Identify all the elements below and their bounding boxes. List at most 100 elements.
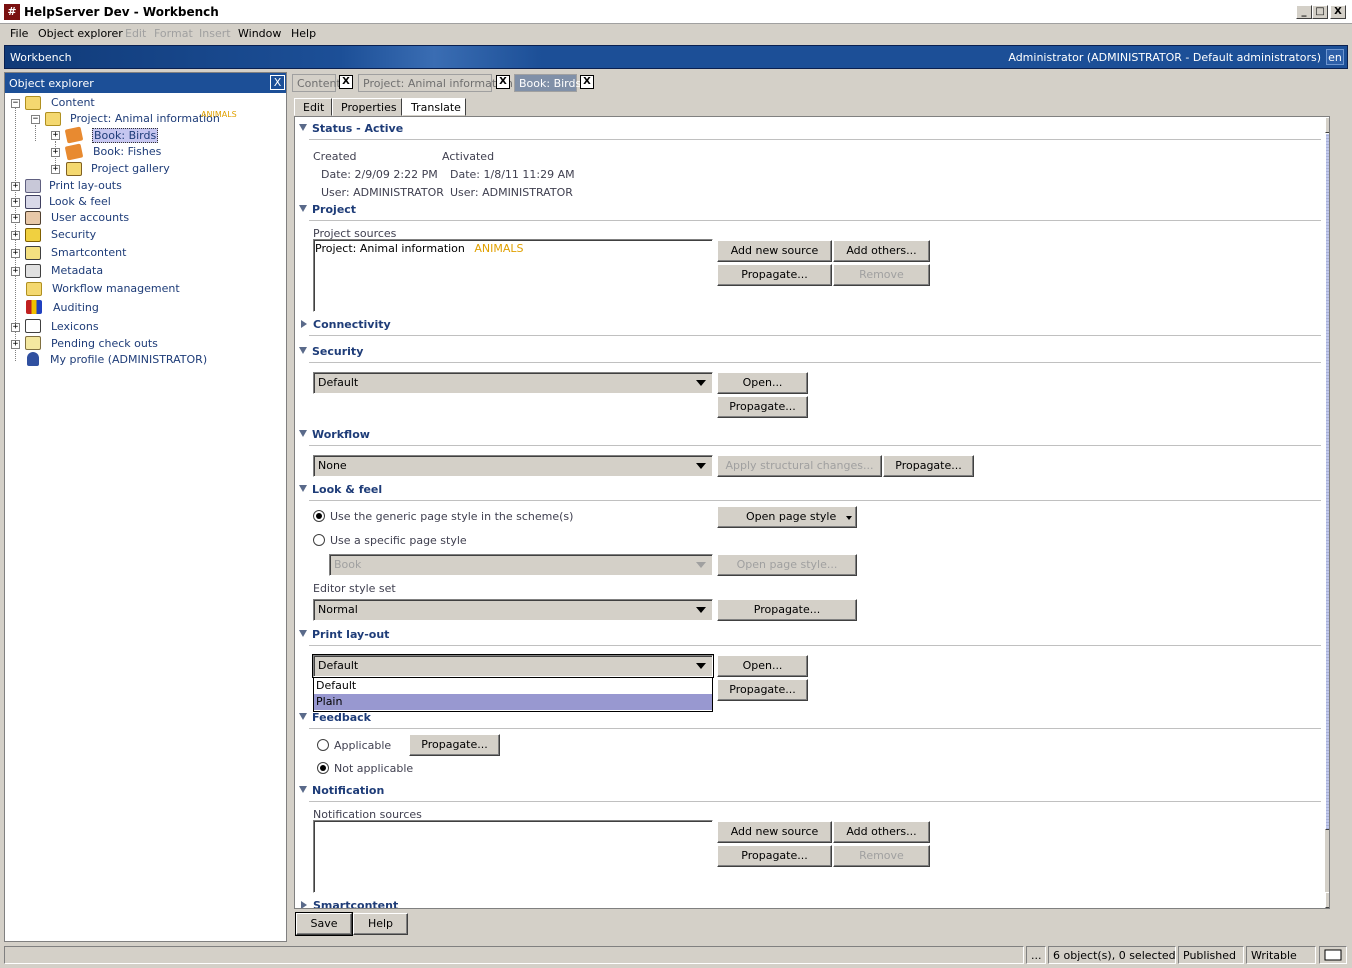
tree-item-lexicons[interactable]: Lexicons bbox=[51, 320, 99, 333]
notification-sources-list[interactable] bbox=[313, 820, 713, 893]
security-open-button[interactable]: Open... bbox=[717, 372, 808, 394]
tree-item-user-accounts[interactable]: User accounts bbox=[51, 211, 129, 224]
workflow-propagate-button[interactable]: Propagate... bbox=[883, 455, 974, 477]
tree-item-look-feel[interactable]: Look & feel bbox=[49, 195, 111, 208]
expand-smartcontent-icon[interactable]: + bbox=[11, 249, 20, 258]
expand-security-icon[interactable]: + bbox=[11, 231, 20, 240]
doc-tab-birds[interactable]: Book: Birds bbox=[514, 74, 581, 92]
notification-add-new-source-button[interactable]: Add new source bbox=[717, 821, 832, 843]
print-open-button[interactable]: Open... bbox=[717, 655, 808, 677]
save-button[interactable]: Save bbox=[296, 913, 352, 935]
tree-item-content[interactable]: Content bbox=[51, 96, 95, 109]
expand-lexicons-icon[interactable]: + bbox=[11, 323, 20, 332]
tab-translate[interactable]: Translate bbox=[402, 98, 466, 116]
menu-insert[interactable]: Insert bbox=[199, 27, 231, 40]
collapse-project-icon[interactable]: − bbox=[31, 115, 40, 124]
menu-file[interactable]: File bbox=[10, 27, 28, 40]
feedback-propagate-button[interactable]: Propagate... bbox=[409, 734, 500, 756]
add-new-source-button[interactable]: Add new source bbox=[717, 240, 832, 262]
workflow-select[interactable]: None bbox=[313, 455, 713, 477]
open-page-style-button[interactable]: Open page style bbox=[717, 506, 857, 528]
expand-metadata-icon[interactable]: + bbox=[11, 267, 20, 276]
status-monitor-icon[interactable] bbox=[1319, 946, 1347, 964]
scrollbar-thumb[interactable] bbox=[1325, 133, 1329, 830]
lookfeel-propagate-button[interactable]: Propagate... bbox=[717, 599, 857, 621]
tree-item-pending-checkouts[interactable]: Pending check outs bbox=[51, 337, 158, 350]
expand-users-icon[interactable]: + bbox=[11, 214, 20, 223]
language-button[interactable]: en bbox=[1326, 49, 1344, 65]
expand-birds-icon[interactable]: + bbox=[51, 131, 60, 140]
expand-fishes-icon[interactable]: + bbox=[51, 148, 60, 157]
vertical-scrollbar[interactable] bbox=[1325, 117, 1329, 908]
tree-item-workflow[interactable]: Workflow management bbox=[52, 282, 180, 295]
feedback-applicable-radio[interactable] bbox=[317, 739, 329, 751]
security-select[interactable]: Default bbox=[313, 372, 713, 394]
section-connectivity[interactable]: Connectivity bbox=[299, 318, 391, 332]
expand-lookfeel-icon[interactable]: + bbox=[11, 198, 20, 207]
add-others-button[interactable]: Add others... bbox=[833, 240, 930, 262]
section-project[interactable]: Project bbox=[299, 203, 356, 217]
tree-item-book-birds[interactable]: Book: Birds bbox=[92, 128, 159, 143]
editor-style-select[interactable]: Normal bbox=[313, 599, 713, 621]
section-look-feel[interactable]: Look & feel bbox=[299, 483, 382, 497]
help-button[interactable]: Help bbox=[353, 913, 408, 935]
close-tab-content-icon[interactable]: X bbox=[339, 75, 353, 89]
maximize-button[interactable]: □ bbox=[1312, 5, 1328, 19]
expand-checkouts-icon[interactable]: + bbox=[11, 340, 20, 349]
menu-format[interactable]: Format bbox=[154, 27, 193, 40]
tree-item-book-fishes[interactable]: Book: Fishes bbox=[93, 145, 161, 158]
tree-item-metadata[interactable]: Metadata bbox=[51, 264, 103, 277]
apply-structural-changes-button[interactable]: Apply structural changes... bbox=[717, 455, 882, 477]
tree-item-project[interactable]: Project: Animal information bbox=[70, 112, 220, 125]
section-status[interactable]: Status - Active bbox=[299, 122, 403, 136]
print-option-plain[interactable]: Plain bbox=[314, 694, 712, 710]
security-propagate-button[interactable]: Propagate... bbox=[717, 396, 808, 418]
tab-edit[interactable]: Edit bbox=[294, 98, 332, 116]
tree-item-smartcontent[interactable]: Smartcontent bbox=[51, 246, 126, 259]
scroll-down-button[interactable] bbox=[1325, 892, 1329, 908]
tree-item-project-gallery[interactable]: Project gallery bbox=[91, 162, 170, 175]
expand-gallery-icon[interactable]: + bbox=[51, 165, 60, 174]
close-tab-birds-icon[interactable]: X bbox=[580, 75, 594, 89]
open-page-style-disabled-button[interactable]: Open page style... bbox=[717, 554, 857, 576]
project-sources-list[interactable]: Project: Animal information ANIMALS bbox=[313, 239, 713, 312]
project-remove-button[interactable]: Remove bbox=[833, 264, 930, 286]
generic-style-radio[interactable] bbox=[313, 510, 325, 522]
section-smartcontent[interactable]: Smartcontent bbox=[299, 899, 398, 908]
close-tab-project-icon[interactable]: X bbox=[496, 75, 510, 89]
doc-tab-content[interactable]: Content bbox=[292, 74, 341, 92]
status-ellipsis[interactable]: ... bbox=[1026, 946, 1046, 964]
section-security[interactable]: Security bbox=[299, 345, 363, 359]
expand-print-icon[interactable]: + bbox=[11, 182, 20, 191]
tree-item-auditing[interactable]: Auditing bbox=[53, 301, 99, 314]
tree-item-my-profile[interactable]: My profile (ADMINISTRATOR) bbox=[50, 353, 207, 366]
minimize-button[interactable]: _ bbox=[1296, 5, 1312, 19]
doc-tab-project[interactable]: Project: Animal information bbox=[358, 74, 513, 92]
section-print-layout[interactable]: Print lay-out bbox=[299, 628, 389, 642]
notification-propagate-button[interactable]: Propagate... bbox=[717, 845, 832, 867]
section-workflow[interactable]: Workflow bbox=[299, 428, 370, 442]
tree-item-security[interactable]: Security bbox=[51, 228, 96, 241]
close-window-button[interactable]: X bbox=[1330, 5, 1346, 19]
print-propagate-button[interactable]: Propagate... bbox=[717, 679, 808, 701]
tab-properties[interactable]: Properties bbox=[332, 98, 402, 116]
section-feedback[interactable]: Feedback bbox=[299, 711, 371, 725]
notification-remove-button[interactable]: Remove bbox=[833, 845, 930, 867]
feedback-not-applicable-radio[interactable] bbox=[317, 762, 329, 774]
collapse-content-icon[interactable]: − bbox=[11, 99, 20, 108]
close-explorer-icon[interactable]: X bbox=[270, 75, 285, 90]
menu-edit[interactable]: Edit bbox=[125, 27, 146, 40]
section-notification[interactable]: Notification bbox=[299, 784, 384, 798]
print-layout-select[interactable]: Default bbox=[313, 655, 713, 677]
tree-item-print-layouts[interactable]: Print lay-outs bbox=[49, 179, 122, 192]
page-style-select[interactable]: Book bbox=[329, 554, 713, 576]
menu-object-explorer[interactable]: Object explorer bbox=[38, 27, 123, 40]
project-source-item[interactable]: Project: Animal information bbox=[315, 242, 465, 255]
scroll-up-button[interactable] bbox=[1325, 117, 1329, 133]
notification-add-others-button[interactable]: Add others... bbox=[833, 821, 930, 843]
specific-style-radio[interactable] bbox=[313, 534, 325, 546]
menu-window[interactable]: Window bbox=[238, 27, 281, 40]
print-option-default[interactable]: Default bbox=[314, 678, 712, 694]
project-propagate-button[interactable]: Propagate... bbox=[717, 264, 832, 286]
menu-help[interactable]: Help bbox=[291, 27, 316, 40]
